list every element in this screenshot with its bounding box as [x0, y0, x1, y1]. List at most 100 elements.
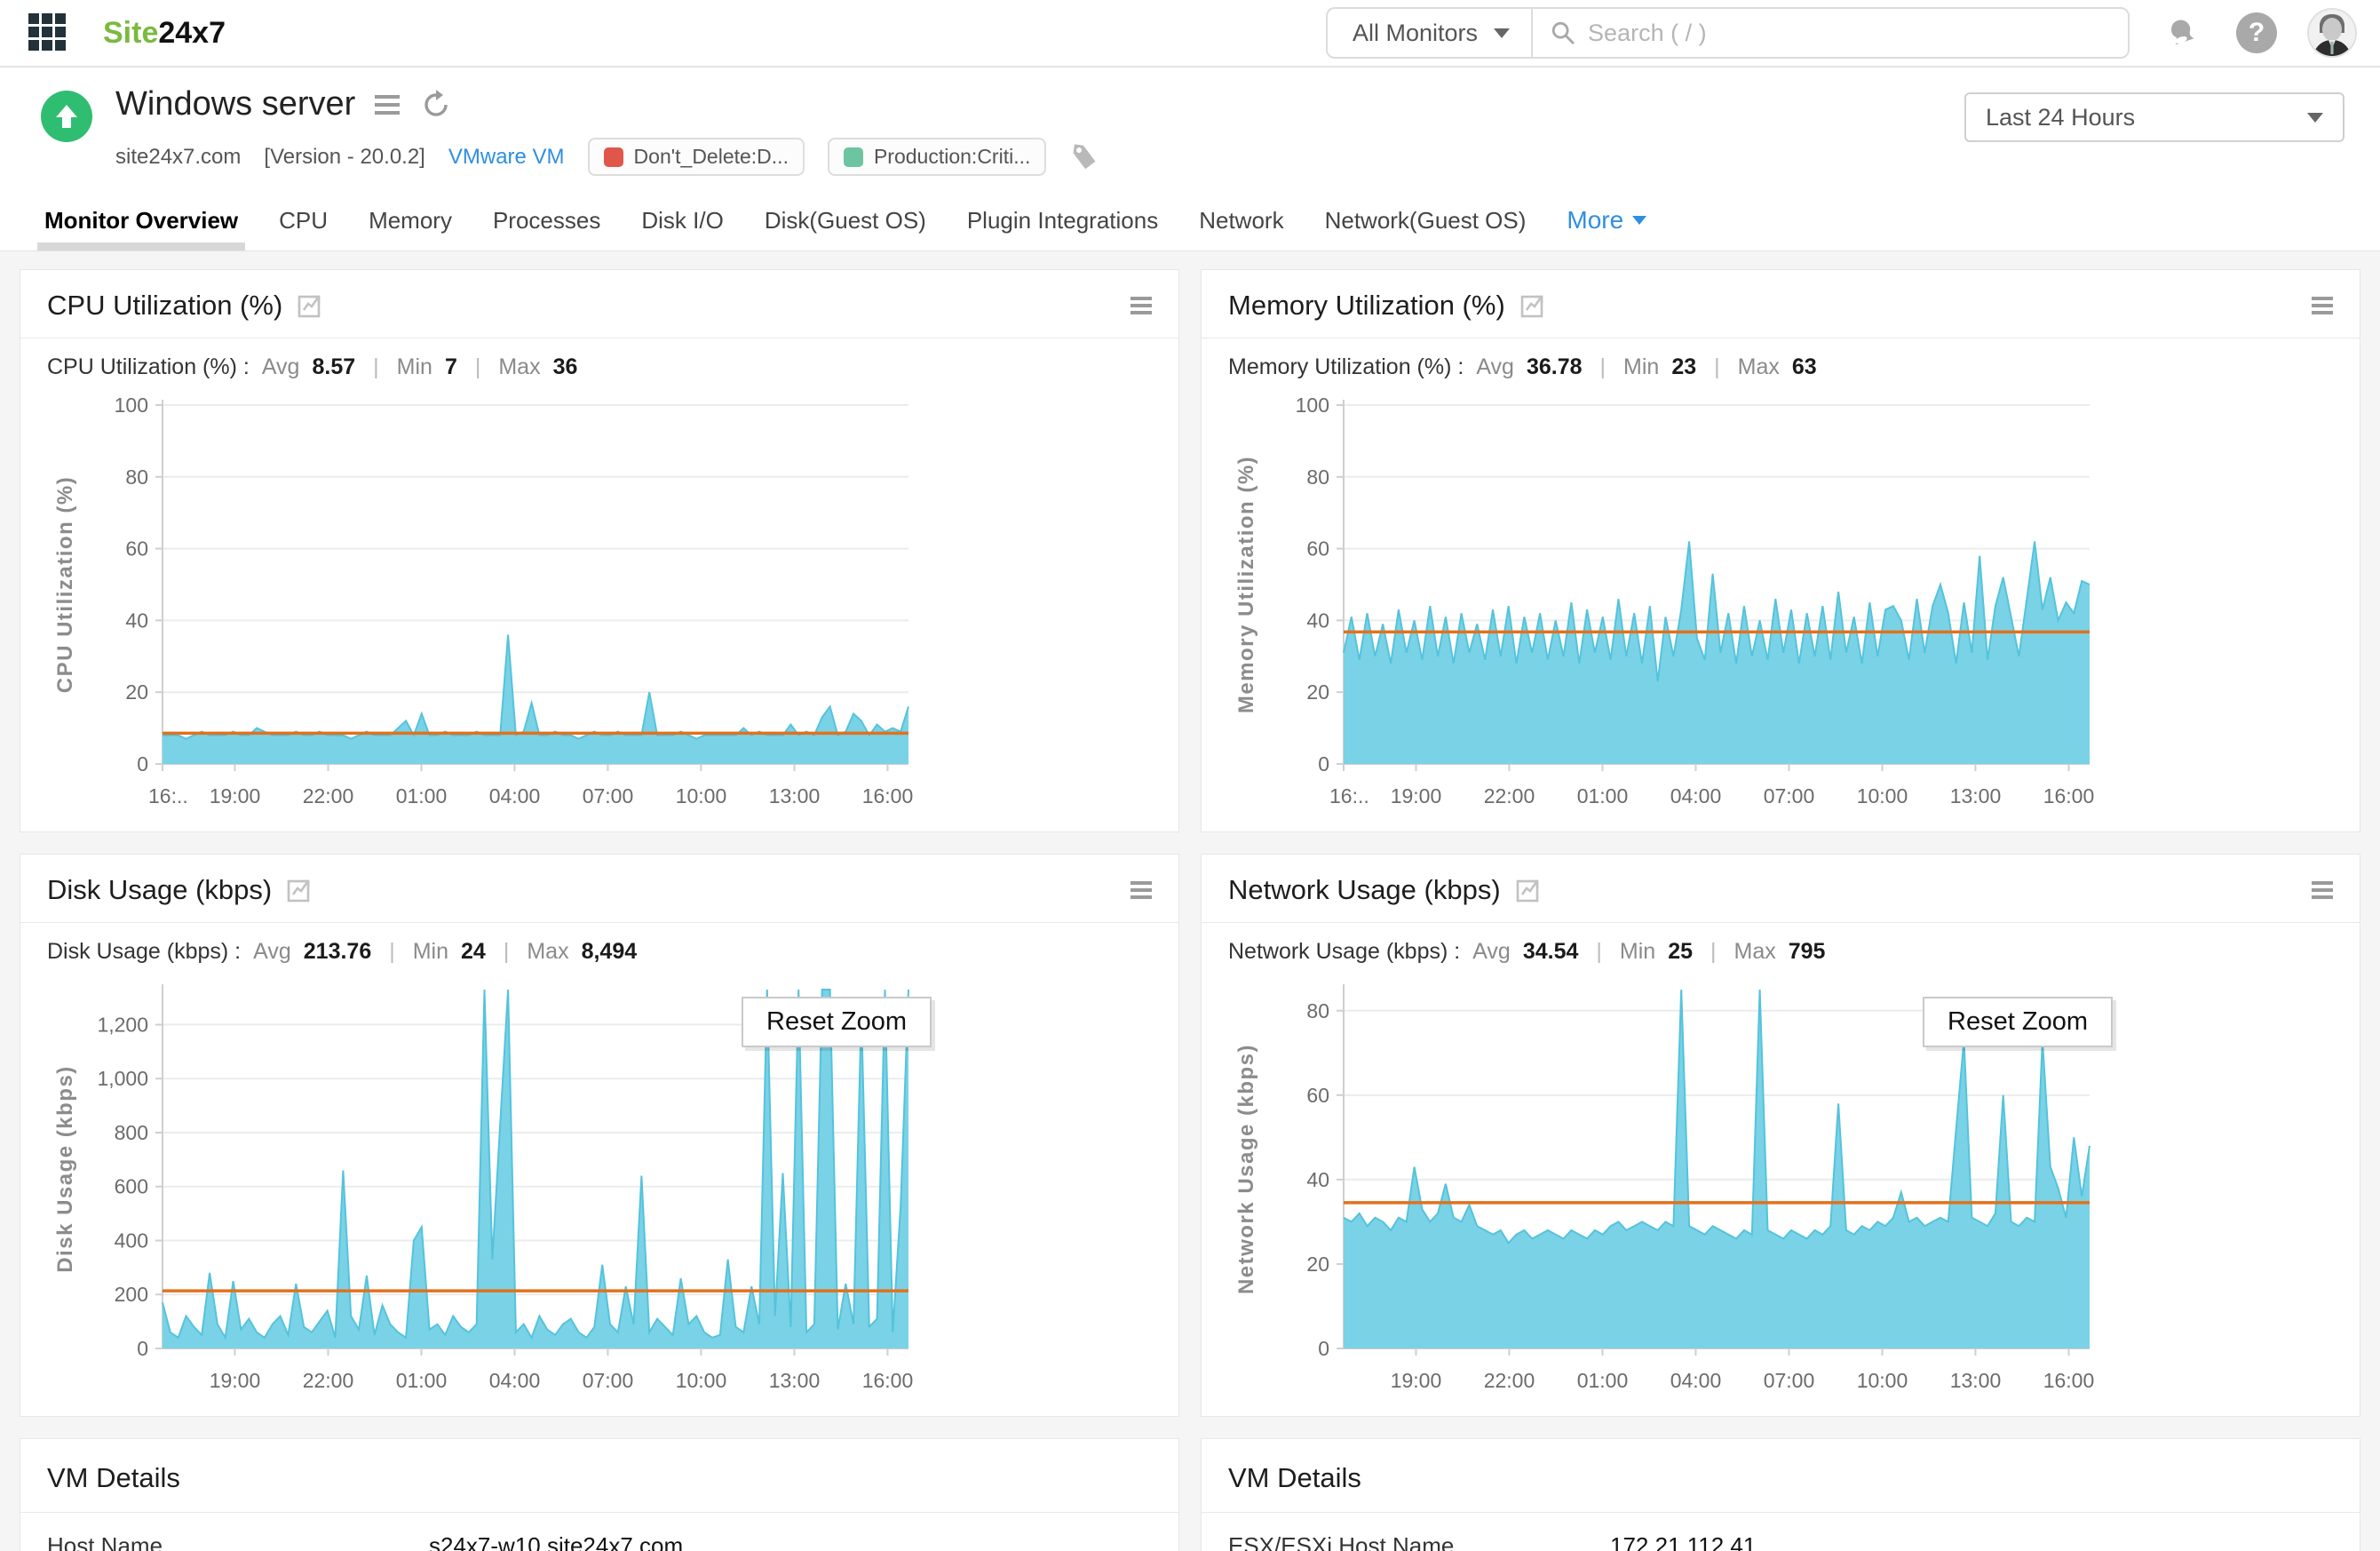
- chevron-down-icon: [2307, 112, 2323, 123]
- svg-text:16:..: 16:..: [1329, 784, 1369, 807]
- tab-processes[interactable]: Processes: [493, 207, 600, 251]
- notifications-bell-icon[interactable]: [2163, 12, 2202, 55]
- chart-stats: Memory Utilization (%) : Avg 36.78 | Min 2…: [1228, 354, 1817, 379]
- svg-text:400: 400: [115, 1229, 148, 1252]
- svg-text:19:00: 19:00: [1391, 1369, 1442, 1392]
- svg-text:22:00: 22:00: [1484, 1369, 1535, 1392]
- monitor-hamburger-icon[interactable]: [375, 91, 401, 119]
- svg-text:0: 0: [137, 752, 148, 776]
- svg-text:01:00: 01:00: [1577, 784, 1629, 807]
- svg-text:0: 0: [1318, 752, 1329, 776]
- tab-monitor-overview[interactable]: Monitor Overview: [36, 207, 246, 251]
- tab-disk-guest-os[interactable]: Disk(Guest OS): [765, 207, 926, 251]
- vmware-vm-link[interactable]: VMware VM: [448, 145, 565, 170]
- svg-text:19:00: 19:00: [210, 784, 261, 807]
- svg-text:04:00: 04:00: [1670, 784, 1722, 807]
- memory-chart[interactable]: 0 20 40 60 80 100 16:.. 19:00 22:00 01:00 04:00 07:…: [1218, 391, 2123, 820]
- global-search-bar: All Monitors: [1326, 7, 2130, 59]
- expand-chart-icon[interactable]: [1515, 877, 1542, 903]
- tab-plugin-integrations[interactable]: Plugin Integrations: [967, 207, 1158, 251]
- tag-color-swatch: [603, 147, 623, 167]
- disk-chart[interactable]: 0 200 400 600 800 1,000 1,200 19:00 22:00 01:00 04…: [36, 975, 942, 1404]
- expand-chart-icon[interactable]: [286, 877, 313, 903]
- svg-text:13:00: 13:00: [1950, 784, 2002, 807]
- chart-stats: CPU Utilization (%) : Avg 8.57 | Min 7 | M…: [47, 354, 578, 379]
- svg-text:800: 800: [115, 1121, 148, 1144]
- time-range-dropdown[interactable]: Last 24 Hours: [1964, 92, 2344, 142]
- tag-production[interactable]: Production:Criti...: [827, 138, 1047, 176]
- monitor-scope-dropdown[interactable]: All Monitors: [1328, 20, 1531, 47]
- tab-disk-io[interactable]: Disk I/O: [641, 207, 723, 251]
- tab-network[interactable]: Network: [1199, 207, 1283, 251]
- vm-detail-row: Host Name s24x7-w10.site24x7.com: [20, 1513, 1178, 1551]
- monitor-host: site24x7.com: [115, 144, 242, 169]
- search-icon: [1551, 21, 1575, 44]
- svg-text:01:00: 01:00: [396, 1369, 448, 1392]
- app-launcher-icon[interactable]: [28, 13, 67, 52]
- svg-text:40: 40: [1306, 1168, 1329, 1191]
- tag-label: Don't_Delete:D...: [633, 145, 789, 168]
- chart-menu-icon[interactable]: [1130, 293, 1152, 318]
- dashboard-grid: CPU Utilization (%) CPU Utilization (%) …: [0, 251, 2380, 1551]
- tab-memory[interactable]: Memory: [369, 207, 452, 251]
- monitor-tabs: Monitor Overview CPU Memory Processes Di…: [36, 206, 2344, 251]
- svg-text:60: 60: [1306, 537, 1329, 561]
- chart-stats: Network Usage (kbps) : Avg 34.54 | Min 25 …: [1228, 939, 1826, 964]
- panel-title: CPU Utilization (%): [47, 290, 323, 322]
- svg-text:40: 40: [125, 608, 148, 632]
- svg-text:100: 100: [115, 394, 148, 417]
- tab-cpu[interactable]: CPU: [279, 207, 328, 251]
- chart-menu-icon[interactable]: [2312, 293, 2333, 318]
- panel-title: Disk Usage (kbps): [47, 874, 313, 906]
- network-chart[interactable]: 0 20 40 60 80 19:00 22:00 01:00 04:00 07:00 10:00 1…: [1218, 975, 2123, 1404]
- svg-text:20: 20: [1306, 1253, 1329, 1276]
- help-icon[interactable]: ?: [2236, 12, 2277, 53]
- svg-text:16:00: 16:00: [862, 784, 914, 807]
- panel-memory-utilization: Memory Utilization (%) Memory Utilizatio…: [1201, 269, 2360, 832]
- svg-text:22:00: 22:00: [303, 784, 354, 807]
- svg-text:22:00: 22:00: [303, 1369, 354, 1392]
- svg-text:CPU Utilization (%): CPU Utilization (%): [53, 476, 77, 694]
- svg-text:16:00: 16:00: [2043, 1369, 2095, 1392]
- tags-icon[interactable]: [1069, 142, 1099, 172]
- svg-text:01:00: 01:00: [396, 784, 448, 807]
- cpu-chart[interactable]: 0 20 40 60 80 100 16:.. 19:00 22:00 01:00 04:00 07:…: [36, 391, 942, 820]
- svg-text:Network Usage (kbps): Network Usage (kbps): [1234, 1044, 1258, 1294]
- svg-text:60: 60: [1306, 1084, 1329, 1107]
- vm-detail-value: s24x7-w10.site24x7.com: [429, 1532, 684, 1551]
- svg-text:80: 80: [1306, 465, 1329, 489]
- vm-details-title: VM Details: [1228, 1462, 1361, 1493]
- monitor-scope-label: All Monitors: [1353, 19, 1479, 46]
- svg-text:600: 600: [115, 1175, 148, 1198]
- svg-text:16:00: 16:00: [862, 1369, 914, 1392]
- expand-chart-icon[interactable]: [297, 292, 323, 319]
- panel-cpu-utilization: CPU Utilization (%) CPU Utilization (%) …: [20, 269, 1179, 832]
- reset-zoom-button[interactable]: Reset Zoom: [1923, 997, 2113, 1047]
- panel-disk-usage: Disk Usage (kbps) Disk Usage (kbps) : Av…: [20, 854, 1179, 1417]
- tab-network-guest-os[interactable]: Network(Guest OS): [1325, 207, 1527, 251]
- chart-menu-icon[interactable]: [1130, 878, 1152, 903]
- svg-text:10:00: 10:00: [676, 1369, 727, 1392]
- svg-text:19:00: 19:00: [1391, 784, 1442, 807]
- tag-dont-delete[interactable]: Don't_Delete:D...: [587, 138, 805, 176]
- expand-chart-icon[interactable]: [1519, 292, 1546, 319]
- chart-menu-icon[interactable]: [2312, 878, 2333, 903]
- user-avatar[interactable]: [2307, 8, 2357, 58]
- svg-text:16:..: 16:..: [148, 784, 188, 807]
- panel-vm-details-left: VM Details Host Name s24x7-w10.site24x7.…: [20, 1438, 1179, 1551]
- svg-text:80: 80: [1306, 999, 1329, 1022]
- svg-text:0: 0: [137, 1337, 148, 1360]
- reset-zoom-button[interactable]: Reset Zoom: [742, 997, 932, 1047]
- refresh-icon[interactable]: [419, 88, 453, 122]
- search-input[interactable]: [1588, 19, 2110, 47]
- svg-text:13:00: 13:00: [769, 784, 821, 807]
- site24x7-logo[interactable]: Site24x7: [103, 16, 226, 51]
- monitor-title-section: Windows server site24x7.com [Version - 2…: [0, 68, 2380, 251]
- chevron-down-icon: [1494, 28, 1511, 38]
- svg-text:0: 0: [1318, 1337, 1329, 1360]
- tab-more[interactable]: More: [1567, 206, 1647, 251]
- svg-text:13:00: 13:00: [1950, 1369, 2002, 1392]
- time-range-value: Last 24 Hours: [1986, 103, 2136, 131]
- vm-detail-label: ESX/ESXi Host Name: [1228, 1532, 1455, 1551]
- logo-text-green: Site: [103, 15, 159, 50]
